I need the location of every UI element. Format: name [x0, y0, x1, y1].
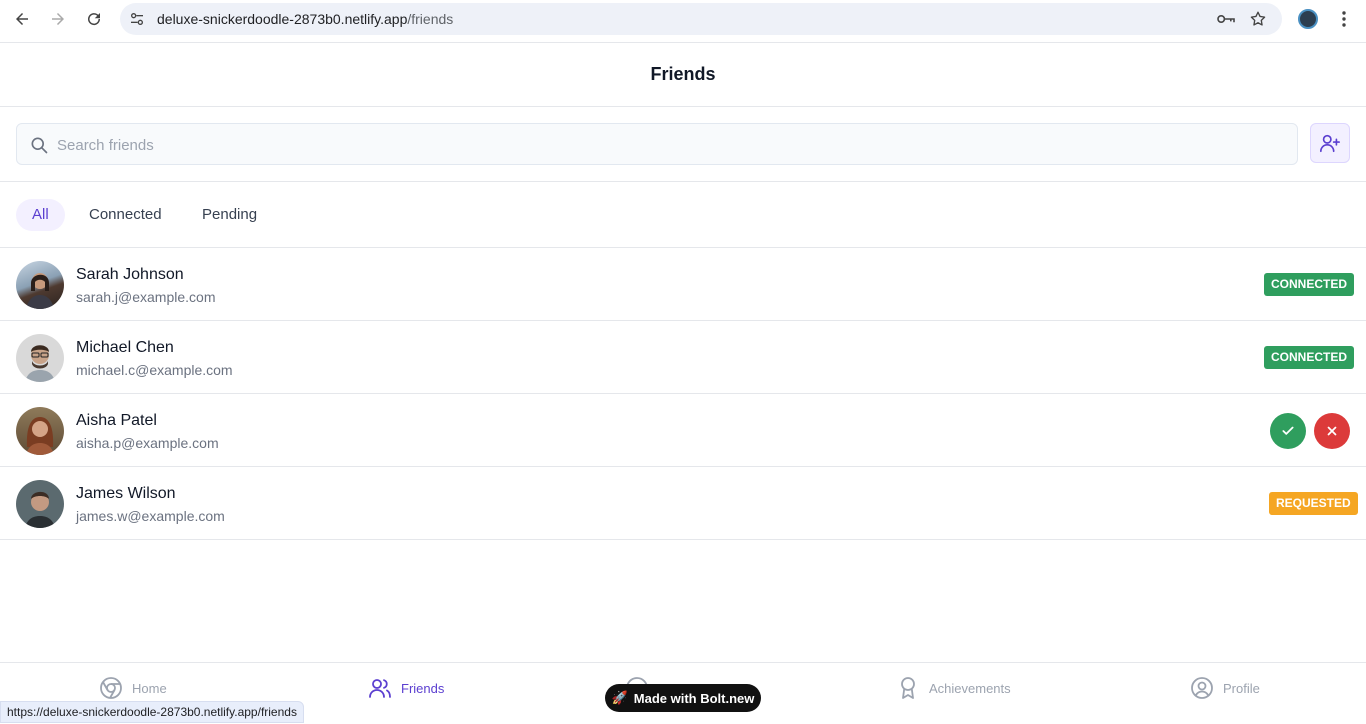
forward-button[interactable]	[44, 6, 72, 32]
status-badge: REQUESTED	[1269, 492, 1358, 515]
friend-email: sarah.j@example.com	[76, 289, 216, 305]
search-input[interactable]	[57, 134, 1257, 156]
back-button[interactable]	[8, 6, 36, 32]
chrome-icon	[100, 677, 122, 699]
friend-email: james.w@example.com	[76, 508, 225, 524]
reload-button[interactable]	[80, 6, 108, 32]
tab-all[interactable]: All	[16, 199, 65, 231]
address-bar[interactable]: deluxe-snickerdoodle-2873b0.netlify.app/…	[120, 3, 1282, 35]
browser-toolbar: deluxe-snickerdoodle-2873b0.netlify.app/…	[0, 0, 1366, 38]
avatar	[16, 407, 64, 455]
nav-friends-label: Friends	[401, 680, 445, 696]
users-icon	[369, 679, 391, 698]
nav-home-label: Home	[132, 680, 167, 696]
friend-email: michael.c@example.com	[76, 362, 233, 378]
status-badge: CONNECTED	[1264, 273, 1355, 296]
arrow-right-icon	[52, 13, 64, 25]
decline-button[interactable]	[1314, 413, 1350, 449]
user-plus-icon	[1320, 134, 1340, 153]
site-settings-icon[interactable]	[129, 11, 145, 27]
friend-email: aisha.p@example.com	[76, 435, 219, 451]
nav-achievements-label: Achievements	[929, 680, 1011, 696]
user-circle-icon	[1191, 677, 1213, 699]
friend-row[interactable]: Sarah Johnson sarah.j@example.com CONNEC…	[0, 248, 1366, 321]
friend-row[interactable]: Michael Chen michael.c@example.com CONNE…	[0, 321, 1366, 394]
bolt-badge-label: Made with Bolt.new	[633, 690, 755, 706]
search-field[interactable]	[16, 123, 1298, 165]
more-vert-icon[interactable]	[1336, 10, 1352, 28]
star-icon[interactable]	[1249, 10, 1267, 28]
page-title: Friends	[650, 64, 716, 84]
nav-profile-label: Profile	[1223, 680, 1260, 696]
close-icon	[1327, 426, 1337, 436]
status-badge: CONNECTED	[1264, 346, 1355, 369]
bolt-badge[interactable]: 🚀 Made with Bolt.new	[605, 684, 761, 712]
nav-home[interactable]: Home	[99, 675, 167, 701]
friend-name: Aisha Patel	[76, 412, 157, 429]
friend-name: James Wilson	[76, 485, 176, 502]
reload-icon	[88, 13, 101, 26]
add-friend-button[interactable]	[1310, 123, 1350, 163]
url-host: deluxe-snickerdoodle-2873b0.netlify.app	[157, 11, 408, 27]
tab-pending[interactable]: Pending	[186, 199, 273, 231]
header-divider	[0, 106, 1366, 107]
rocket-icon: 🚀	[611, 690, 628, 705]
check-icon	[1282, 426, 1294, 435]
avatar	[16, 480, 64, 528]
friend-name: Sarah Johnson	[76, 266, 184, 283]
profile-avatar[interactable]	[1298, 9, 1318, 29]
search-divider	[0, 181, 1366, 182]
nav-friends[interactable]: Friends	[368, 675, 444, 701]
status-url-bar: https://deluxe-snickerdoodle-2873b0.netl…	[0, 701, 304, 723]
friend-row[interactable]: James Wilson james.w@example.com REQUEST…	[0, 467, 1366, 540]
search-icon	[31, 137, 48, 154]
arrow-left-icon	[16, 13, 28, 25]
friend-row[interactable]: Aisha Patel aisha.p@example.com	[0, 394, 1366, 467]
friend-name: Michael Chen	[76, 339, 174, 356]
nav-achievements[interactable]: Achievements	[896, 675, 1011, 701]
url-path: /friends	[407, 11, 454, 27]
tab-connected[interactable]: Connected	[73, 199, 178, 231]
award-icon	[901, 677, 915, 699]
avatar	[16, 261, 64, 309]
accept-button[interactable]	[1270, 413, 1306, 449]
key-icon[interactable]	[1216, 11, 1236, 27]
nav-profile[interactable]: Profile	[1190, 675, 1260, 701]
browser-divider	[0, 42, 1366, 43]
avatar	[16, 334, 64, 382]
url-text: deluxe-snickerdoodle-2873b0.netlify.app/…	[157, 11, 453, 27]
